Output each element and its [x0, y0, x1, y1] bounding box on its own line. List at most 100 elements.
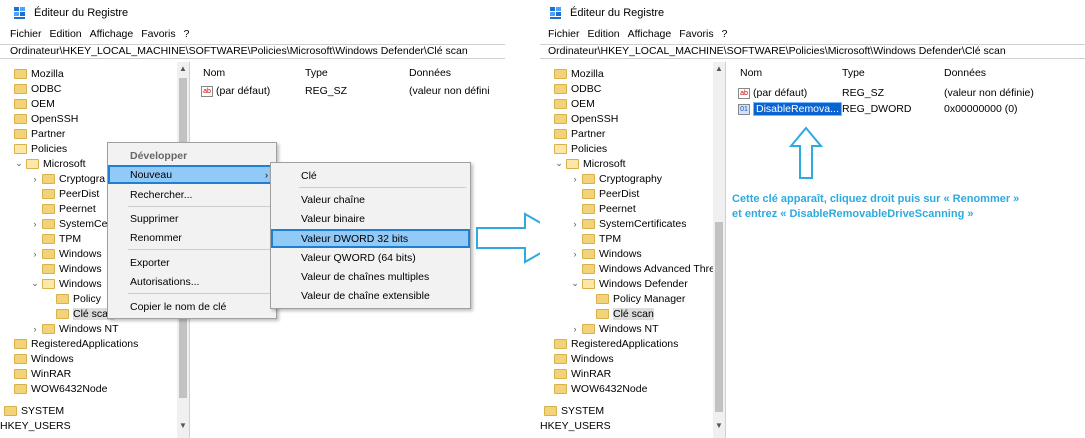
menu-fichier[interactable]: Fichier — [548, 28, 580, 43]
tree-item[interactable]: › Windows — [30, 246, 102, 261]
tree-item[interactable]: ⌄ Microsoft — [554, 156, 625, 171]
tree-item[interactable]: Policy — [56, 291, 101, 306]
tree-item-selected[interactable]: Clé scan — [56, 306, 114, 321]
chevron-right-icon[interactable]: › — [570, 174, 580, 184]
tree-item[interactable]: SYSTEM — [4, 403, 64, 418]
tree-item[interactable]: Policies — [14, 141, 67, 156]
submenu-item-dword[interactable]: Valeur DWORD 32 bits — [271, 229, 470, 248]
tree-item[interactable]: › Windows — [570, 246, 642, 261]
menu-item-supprimer[interactable]: Supprimer — [108, 209, 276, 228]
tree-item[interactable]: Mozilla — [14, 66, 64, 81]
column-header-data[interactable]: Données — [944, 67, 986, 79]
tree-item[interactable]: WinRAR — [554, 366, 611, 381]
tree-item[interactable]: Windows Advanced Threa — [582, 261, 721, 276]
tree-item[interactable]: OpenSSH — [14, 111, 78, 126]
tree-item[interactable]: TPM — [42, 231, 81, 246]
tree-item[interactable]: RegisteredApplications — [14, 336, 138, 351]
tree-item[interactable]: HKEY_USERS — [0, 418, 71, 433]
tree-item[interactable]: Partner — [554, 126, 605, 141]
tree-item[interactable]: Partner — [14, 126, 65, 141]
submenu-item-qword[interactable]: Valeur QWORD (64 bits) — [271, 248, 470, 267]
scroll-down-icon[interactable]: ▼ — [713, 421, 725, 430]
tree-item[interactable]: Mozilla — [554, 66, 604, 81]
menu-help[interactable]: ? — [722, 28, 728, 43]
tree-item[interactable]: Peernet — [582, 201, 636, 216]
tree-item[interactable]: Peernet — [42, 201, 96, 216]
tree-item[interactable]: ODBC — [14, 81, 61, 96]
tree-item[interactable]: › Cryptography — [570, 171, 663, 186]
menu-edition[interactable]: Edition — [50, 28, 82, 43]
menu-item-nouveau[interactable]: Nouveau › — [108, 165, 276, 184]
chevron-right-icon[interactable]: › — [30, 174, 40, 184]
tree-item[interactable]: Windows — [554, 351, 614, 366]
column-header-type[interactable]: Type — [305, 67, 328, 79]
tree-item[interactable]: RegisteredApplications — [554, 336, 678, 351]
tree-item[interactable]: OpenSSH — [554, 111, 618, 126]
tree-item[interactable]: › SystemCertificates — [570, 216, 687, 231]
scroll-up-icon[interactable]: ▲ — [177, 64, 189, 73]
tree-item[interactable]: SYSTEM — [544, 403, 604, 418]
rename-input[interactable]: DisableRemova... — [753, 102, 842, 116]
tree-scrollbar[interactable]: ▲ ▼ — [713, 62, 725, 438]
submenu-item-valeur-binaire[interactable]: Valeur binaire — [271, 209, 470, 228]
tree-item[interactable]: Windows — [42, 261, 102, 276]
tree-item[interactable]: Policy Manager — [596, 291, 685, 306]
column-header-type[interactable]: Type — [842, 67, 865, 79]
menu-affichage[interactable]: Affichage — [628, 28, 672, 43]
address-bar[interactable]: Ordinateur\HKEY_LOCAL_MACHINE\SOFTWARE\P… — [540, 44, 1085, 59]
submenu-item-chaine-extensible[interactable]: Valeur de chaîne extensible — [271, 286, 470, 305]
chevron-right-icon[interactable]: › — [30, 324, 40, 334]
value-row[interactable]: ab (par défaut) — [201, 84, 270, 98]
chevron-down-icon[interactable]: ⌄ — [554, 158, 564, 169]
tree-item[interactable]: HKEY_USERS — [540, 418, 611, 433]
column-header-name[interactable]: Nom — [740, 67, 762, 79]
submenu-item-chaines-multiples[interactable]: Valeur de chaînes multiples — [271, 267, 470, 286]
chevron-right-icon[interactable]: › — [30, 249, 40, 259]
chevron-down-icon[interactable]: ⌄ — [14, 158, 24, 169]
menu-affichage[interactable]: Affichage — [90, 28, 134, 43]
submenu-item-valeur-chaine[interactable]: Valeur chaîne — [271, 190, 470, 209]
submenu-item-cle[interactable]: Clé — [271, 166, 470, 185]
menu-item-exporter[interactable]: Exporter — [108, 253, 276, 272]
tree-item[interactable]: OEM — [554, 96, 595, 111]
tree-item[interactable]: OEM — [14, 96, 55, 111]
tree-item[interactable]: PeerDist — [42, 186, 99, 201]
menu-favoris[interactable]: Favoris — [141, 28, 175, 43]
chevron-down-icon[interactable]: ⌄ — [570, 278, 580, 289]
menu-item-rechercher[interactable]: Rechercher... — [108, 185, 276, 204]
chevron-right-icon[interactable]: › — [30, 219, 40, 229]
address-bar[interactable]: Ordinateur\HKEY_LOCAL_MACHINE\SOFTWARE\P… — [0, 44, 505, 59]
tree-item[interactable]: › Cryptogra — [30, 171, 106, 186]
menu-item-autorisations[interactable]: Autorisations... — [108, 272, 276, 291]
tree-item[interactable]: TPM — [582, 231, 621, 246]
menu-edition[interactable]: Edition — [588, 28, 620, 43]
tree-item[interactable]: WOW6432Node — [14, 381, 107, 396]
tree-item[interactable]: ⌄ Microsoft — [14, 156, 85, 171]
scroll-down-icon[interactable]: ▼ — [177, 421, 189, 430]
tree-item[interactable]: ⌄ Windows Defender — [570, 276, 688, 291]
chevron-right-icon[interactable]: › — [570, 249, 580, 259]
scroll-thumb[interactable] — [715, 222, 723, 412]
menu-favoris[interactable]: Favoris — [679, 28, 713, 43]
tree-item[interactable]: ODBC — [554, 81, 601, 96]
chevron-down-icon[interactable]: ⌄ — [30, 278, 40, 289]
chevron-right-icon[interactable]: › — [570, 219, 580, 229]
value-row-new-dword[interactable]: 01 DisableRemova... — [738, 102, 842, 116]
menu-item-copier-nom-cle[interactable]: Copier le nom de clé — [108, 297, 276, 316]
menu-fichier[interactable]: Fichier — [10, 28, 42, 43]
menu-help[interactable]: ? — [184, 28, 190, 43]
tree-item[interactable]: WinRAR — [14, 366, 71, 381]
column-header-data[interactable]: Données — [409, 67, 451, 79]
value-row[interactable]: ab (par défaut) — [738, 86, 807, 100]
tree-item[interactable]: › SystemCe — [30, 216, 108, 231]
chevron-right-icon[interactable]: › — [570, 324, 580, 334]
tree-item[interactable]: WOW6432Node — [554, 381, 647, 396]
tree-item[interactable]: › Windows NT — [30, 321, 119, 336]
scroll-up-icon[interactable]: ▲ — [713, 64, 725, 73]
tree-item[interactable]: Windows — [14, 351, 74, 366]
tree-item[interactable]: Policies — [554, 141, 607, 156]
menu-item-renommer[interactable]: Renommer — [108, 228, 276, 247]
tree-item-selected[interactable]: Clé scan — [596, 306, 654, 321]
tree-item[interactable]: PeerDist — [582, 186, 639, 201]
tree-item[interactable]: ⌄ Windows — [30, 276, 101, 291]
